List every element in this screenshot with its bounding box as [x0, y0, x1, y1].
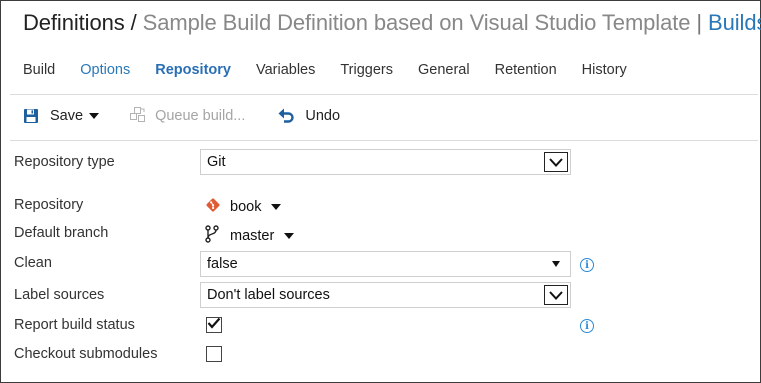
- clean-value: false: [207, 256, 238, 272]
- repository-type-label: Repository type: [14, 154, 115, 170]
- report-build-status-checkbox[interactable]: [206, 317, 222, 333]
- window-frame: Definitions / Sample Build Definition ba…: [0, 0, 761, 383]
- tab-general[interactable]: General: [418, 62, 470, 78]
- tab-retention[interactable]: Retention: [495, 62, 557, 78]
- chevron-down-icon[interactable]: [271, 204, 282, 210]
- breadcrumb-root[interactable]: Definitions: [23, 10, 125, 35]
- title-divider: |: [696, 10, 703, 35]
- branch-icon: [205, 225, 219, 247]
- repository-picker[interactable]: book: [205, 197, 282, 217]
- chevron-down-icon[interactable]: [552, 261, 560, 267]
- floppy-disk-icon: [23, 108, 39, 124]
- checkmark-icon: [207, 316, 221, 334]
- tab-bar: Build Options Repository Variables Trigg…: [23, 62, 652, 78]
- label-sources-value: Don't label sources: [207, 287, 330, 303]
- repository-type-value: Git: [207, 154, 226, 170]
- undo-button[interactable]: Undo: [278, 107, 340, 124]
- queue-build-icon: [129, 107, 147, 124]
- toolbar: Save Queue build... Undo: [23, 107, 340, 124]
- chevron-down-icon[interactable]: [89, 112, 100, 119]
- repository-type-select[interactable]: Git: [200, 149, 571, 175]
- toolbar-divider: [10, 140, 758, 141]
- tab-options[interactable]: Options: [80, 62, 130, 78]
- breadcrumb-separator: /: [130, 10, 137, 35]
- page-title: Definitions / Sample Build Definition ba…: [23, 10, 761, 36]
- git-logo-icon: [205, 197, 221, 217]
- tab-build[interactable]: Build: [23, 62, 55, 78]
- checkout-submodules-label: Checkout submodules: [14, 346, 158, 362]
- checkout-submodules-checkbox[interactable]: [206, 346, 222, 362]
- default-branch-value: master: [230, 228, 275, 244]
- default-branch-label: Default branch: [14, 225, 109, 241]
- tab-triggers[interactable]: Triggers: [340, 62, 393, 78]
- tab-variables[interactable]: Variables: [256, 62, 315, 78]
- label-sources-label: Label sources: [14, 287, 105, 303]
- clean-select[interactable]: false: [200, 251, 571, 277]
- info-icon[interactable]: i: [580, 319, 594, 333]
- default-branch-picker[interactable]: master: [205, 225, 295, 247]
- clean-label: Clean: [14, 255, 52, 271]
- queue-build-label: Queue build...: [155, 107, 246, 124]
- tabs-divider: [10, 94, 758, 95]
- definition-name: Sample Build Definition based on Visual …: [142, 10, 691, 35]
- queue-build-button[interactable]: Queue build...: [129, 107, 245, 124]
- chevron-down-icon[interactable]: [284, 233, 295, 239]
- save-label: Save: [50, 107, 84, 124]
- undo-label: Undo: [305, 107, 341, 124]
- chevron-down-icon[interactable]: [544, 152, 568, 172]
- tab-history[interactable]: History: [582, 62, 627, 78]
- info-icon[interactable]: i: [580, 258, 594, 272]
- undo-arrow-icon: [278, 107, 295, 124]
- tab-repository[interactable]: Repository: [155, 62, 231, 78]
- repository-label: Repository: [14, 197, 84, 213]
- report-build-status-label: Report build status: [14, 317, 135, 333]
- label-sources-select[interactable]: Don't label sources: [200, 282, 571, 308]
- chevron-down-icon[interactable]: [544, 285, 568, 305]
- builds-link[interactable]: Builds: [708, 10, 761, 35]
- save-button[interactable]: Save: [23, 107, 100, 124]
- repository-value: book: [230, 199, 262, 215]
